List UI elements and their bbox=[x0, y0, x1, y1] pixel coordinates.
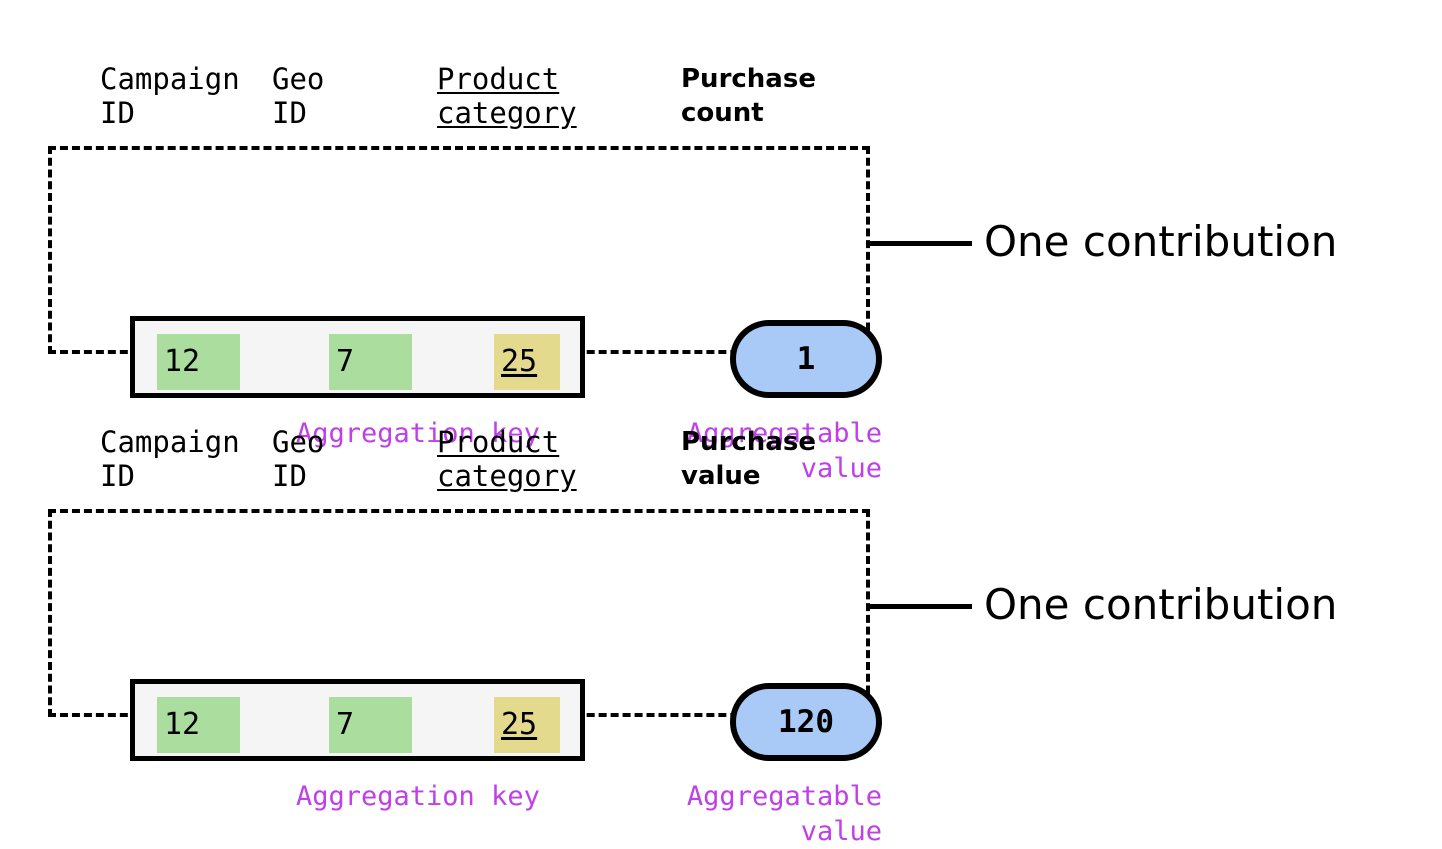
label-aggregatable-value: Aggregatable value bbox=[686, 781, 882, 847]
column-header-geo-id: Geo ID bbox=[272, 62, 325, 130]
callout-one-contribution: One contribution bbox=[984, 580, 1338, 629]
column-header-campaign-id: Campaign ID bbox=[100, 425, 240, 493]
key-cell-geo-id: 7 bbox=[329, 697, 412, 753]
contribution-container: 12 7 25 1 Aggregation key Aggregatable v… bbox=[48, 146, 882, 484]
column-header-product-category: Product category bbox=[437, 425, 577, 493]
aggregation-key-box: 12 7 25 bbox=[130, 679, 585, 761]
callout-leader-line bbox=[866, 604, 972, 609]
aggregatable-value-pill: 120 bbox=[730, 683, 882, 761]
callout-leader-line bbox=[866, 241, 972, 246]
diagram-canvas: Campaign ID Geo ID Product category Purc… bbox=[0, 0, 1442, 847]
column-header-metric: Purchase value bbox=[681, 427, 816, 491]
callout-one-contribution: One contribution bbox=[984, 217, 1338, 266]
label-aggregation-key: Aggregation key bbox=[296, 781, 540, 812]
column-header-geo-id: Geo ID bbox=[272, 425, 325, 493]
column-header-row: Campaign ID Geo ID Product category Purc… bbox=[0, 0, 1442, 130]
column-header-campaign-id: Campaign ID bbox=[100, 62, 240, 130]
column-header-product-category: Product category bbox=[437, 62, 577, 130]
column-header-metric: Purchase count bbox=[681, 64, 816, 128]
contribution-container: 12 7 25 120 Aggregation key Aggregatable… bbox=[48, 509, 882, 847]
column-header-row: Campaign ID Geo ID Product category Purc… bbox=[0, 363, 1442, 493]
key-cell-campaign-id: 12 bbox=[157, 697, 240, 753]
key-cell-product-category: 25 bbox=[494, 697, 560, 753]
